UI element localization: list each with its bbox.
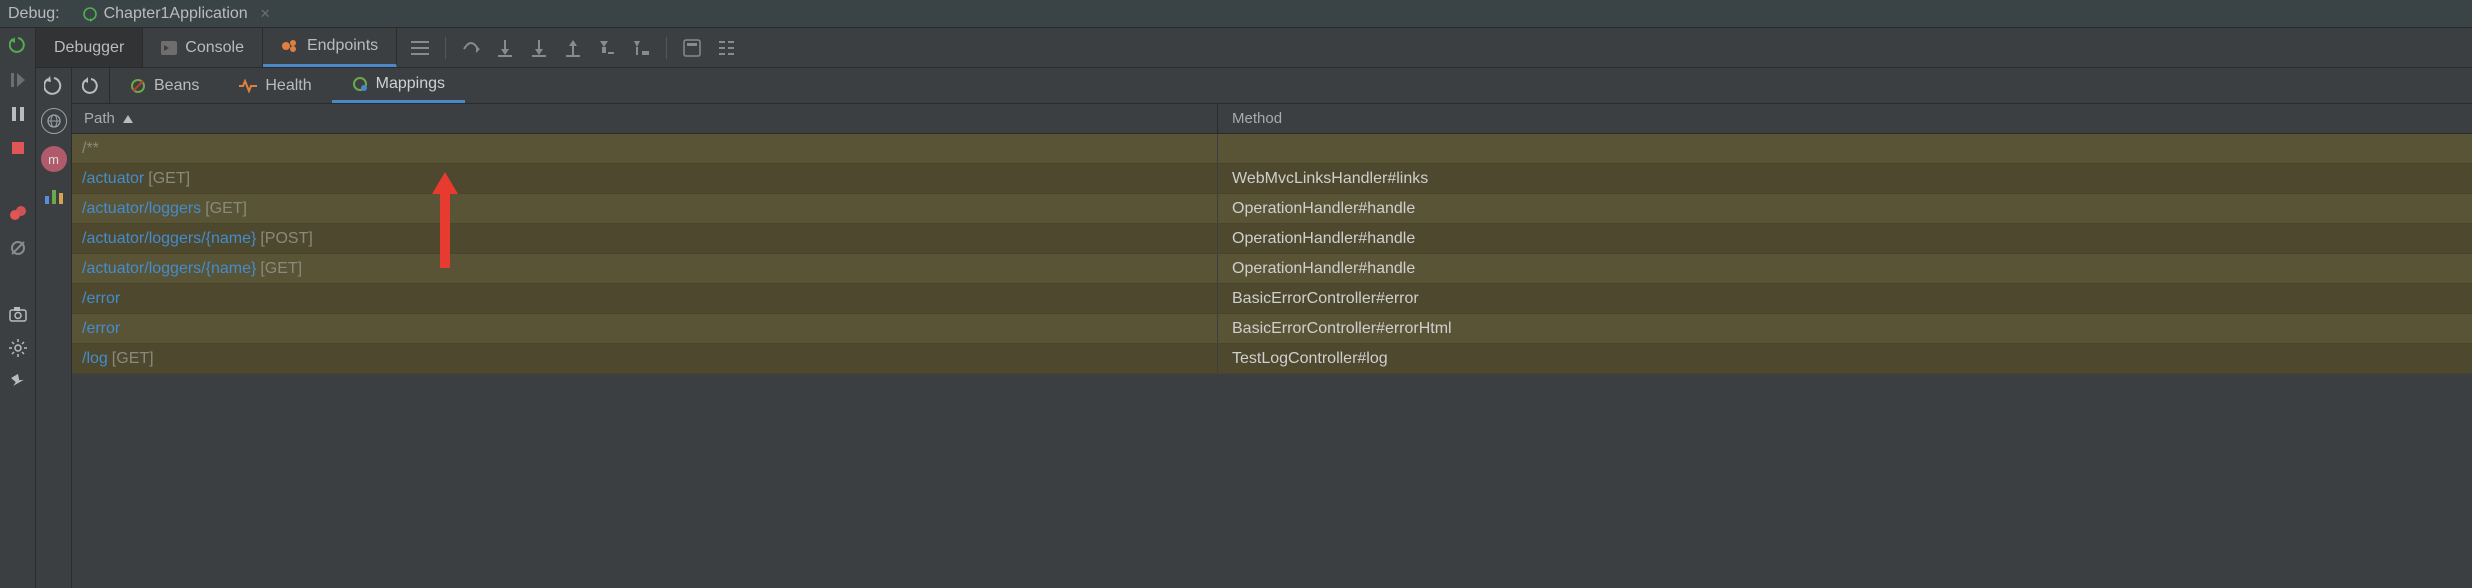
run-to-cursor-icon[interactable] (632, 39, 650, 57)
refresh-table-button[interactable] (72, 68, 110, 103)
column-header-method[interactable]: Method (1218, 110, 2472, 127)
pin-icon[interactable] (8, 372, 28, 392)
mappings-table: Beans Health Mappings Path (72, 68, 2472, 588)
rerun-button[interactable] (8, 36, 28, 56)
step-into-icon[interactable] (496, 39, 514, 57)
table-row[interactable]: /error BasicErrorController#error (72, 284, 2472, 314)
tab-console-label: Console (185, 39, 244, 57)
tab-endpoints-label: Endpoints (307, 37, 378, 55)
refresh-endpoints-button[interactable] (44, 76, 64, 96)
settings-icon[interactable] (8, 338, 28, 358)
tool-tabs: Debugger Console Endpoints (36, 28, 2472, 68)
table-row[interactable]: /log [GET] TestLogController#log (72, 344, 2472, 374)
tab-mappings-label: Mappings (376, 75, 445, 93)
cell-path: /** (82, 140, 99, 158)
separator (445, 37, 446, 59)
cell-verb: [GET] (205, 200, 247, 218)
table-header: Path Method (72, 104, 2472, 134)
column-header-path-label: Path (84, 110, 115, 127)
cell-method: WebMvcLinksHandler#links (1218, 170, 2472, 188)
table-row[interactable]: /actuator/loggers/{name} [GET] Operation… (72, 254, 2472, 284)
cell-verb: [GET] (112, 350, 154, 368)
step-out-icon[interactable] (564, 39, 582, 57)
globe-icon[interactable] (41, 108, 67, 134)
cell-method: OperationHandler#handle (1218, 260, 2472, 278)
cell-verb: [GET] (148, 170, 190, 188)
mute-breakpoints-button[interactable] (8, 238, 28, 258)
breakpoints-button[interactable] (8, 204, 28, 224)
evaluate-icon[interactable] (683, 39, 701, 57)
title-bar: Debug: Chapter1Application ✕ (0, 0, 2472, 28)
cell-path: /actuator/loggers/{name} (82, 260, 256, 278)
tab-mappings[interactable]: Mappings (332, 68, 465, 103)
beans-icon (130, 78, 146, 94)
endpoint-sub-tabs: Beans Health Mappings (72, 68, 2472, 104)
debug-controls-gutter (0, 28, 36, 588)
cell-path: /actuator (82, 170, 144, 188)
cell-method: OperationHandler#handle (1218, 200, 2472, 218)
tab-debugger-label: Debugger (54, 39, 124, 57)
separator (666, 37, 667, 59)
health-icon (239, 79, 257, 93)
layout-icon[interactable] (411, 39, 429, 57)
tab-health-label: Health (265, 77, 311, 95)
table-body: /** /actuator [GET] WebMvcLinksHandler#l… (72, 134, 2472, 588)
cell-method: BasicErrorController#errorHtml (1218, 320, 2472, 338)
drop-frame-icon[interactable] (598, 39, 616, 57)
inner-row: m Beans Health (36, 68, 2472, 588)
tab-console[interactable]: Console (143, 28, 263, 67)
tab-beans-label: Beans (154, 77, 199, 95)
sort-asc-icon (123, 115, 133, 123)
close-icon[interactable]: ✕ (260, 6, 271, 22)
cell-path: /actuator/loggers (82, 200, 201, 218)
endpoints-gutter: m (36, 68, 72, 588)
table-row[interactable]: /actuator/loggers [GET] OperationHandler… (72, 194, 2472, 224)
table-row[interactable]: /error BasicErrorController#errorHtml (72, 314, 2472, 344)
cell-method: BasicErrorController#error (1218, 290, 2472, 308)
resume-button[interactable] (8, 70, 28, 90)
console-icon (161, 41, 177, 55)
step-over-icon[interactable] (462, 39, 480, 57)
mappings-icon (352, 76, 368, 92)
trace-icon[interactable] (717, 39, 735, 57)
tab-debugger[interactable]: Debugger (36, 28, 143, 67)
cell-method: TestLogController#log (1218, 350, 2472, 368)
cell-path: /error (82, 290, 120, 308)
run-configuration-tab[interactable]: Chapter1Application ✕ (72, 3, 281, 25)
stop-button[interactable] (8, 138, 28, 158)
table-row[interactable]: /actuator/loggers/{name} [POST] Operatio… (72, 224, 2472, 254)
camera-icon[interactable] (8, 304, 28, 324)
cell-method: OperationHandler#handle (1218, 230, 2472, 248)
tab-health[interactable]: Health (219, 68, 331, 103)
column-header-method-label: Method (1232, 110, 1282, 127)
cell-verb: [GET] (260, 260, 302, 278)
toolbar-icons (397, 28, 735, 67)
cell-path: /log (82, 350, 108, 368)
main-area: Debugger Console Endpoints (0, 28, 2472, 588)
bars-icon[interactable] (43, 184, 65, 206)
force-step-into-icon[interactable] (530, 39, 548, 57)
pause-button[interactable] (8, 104, 28, 124)
content-column: Debugger Console Endpoints (36, 28, 2472, 588)
rerun-icon (82, 6, 98, 22)
tab-beans[interactable]: Beans (110, 68, 219, 103)
endpoints-icon (281, 38, 299, 54)
debug-label: Debug: (8, 5, 60, 23)
cell-path: /error (82, 320, 120, 338)
table-row[interactable]: /** (72, 134, 2472, 164)
m-icon[interactable]: m (41, 146, 67, 172)
cell-path: /actuator/loggers/{name} (82, 230, 256, 248)
cell-verb: [POST] (260, 230, 312, 248)
tab-endpoints[interactable]: Endpoints (263, 28, 397, 67)
run-config-name: Chapter1Application (104, 5, 248, 23)
column-header-path[interactable]: Path (72, 104, 1218, 133)
table-row[interactable]: /actuator [GET] WebMvcLinksHandler#links (72, 164, 2472, 194)
